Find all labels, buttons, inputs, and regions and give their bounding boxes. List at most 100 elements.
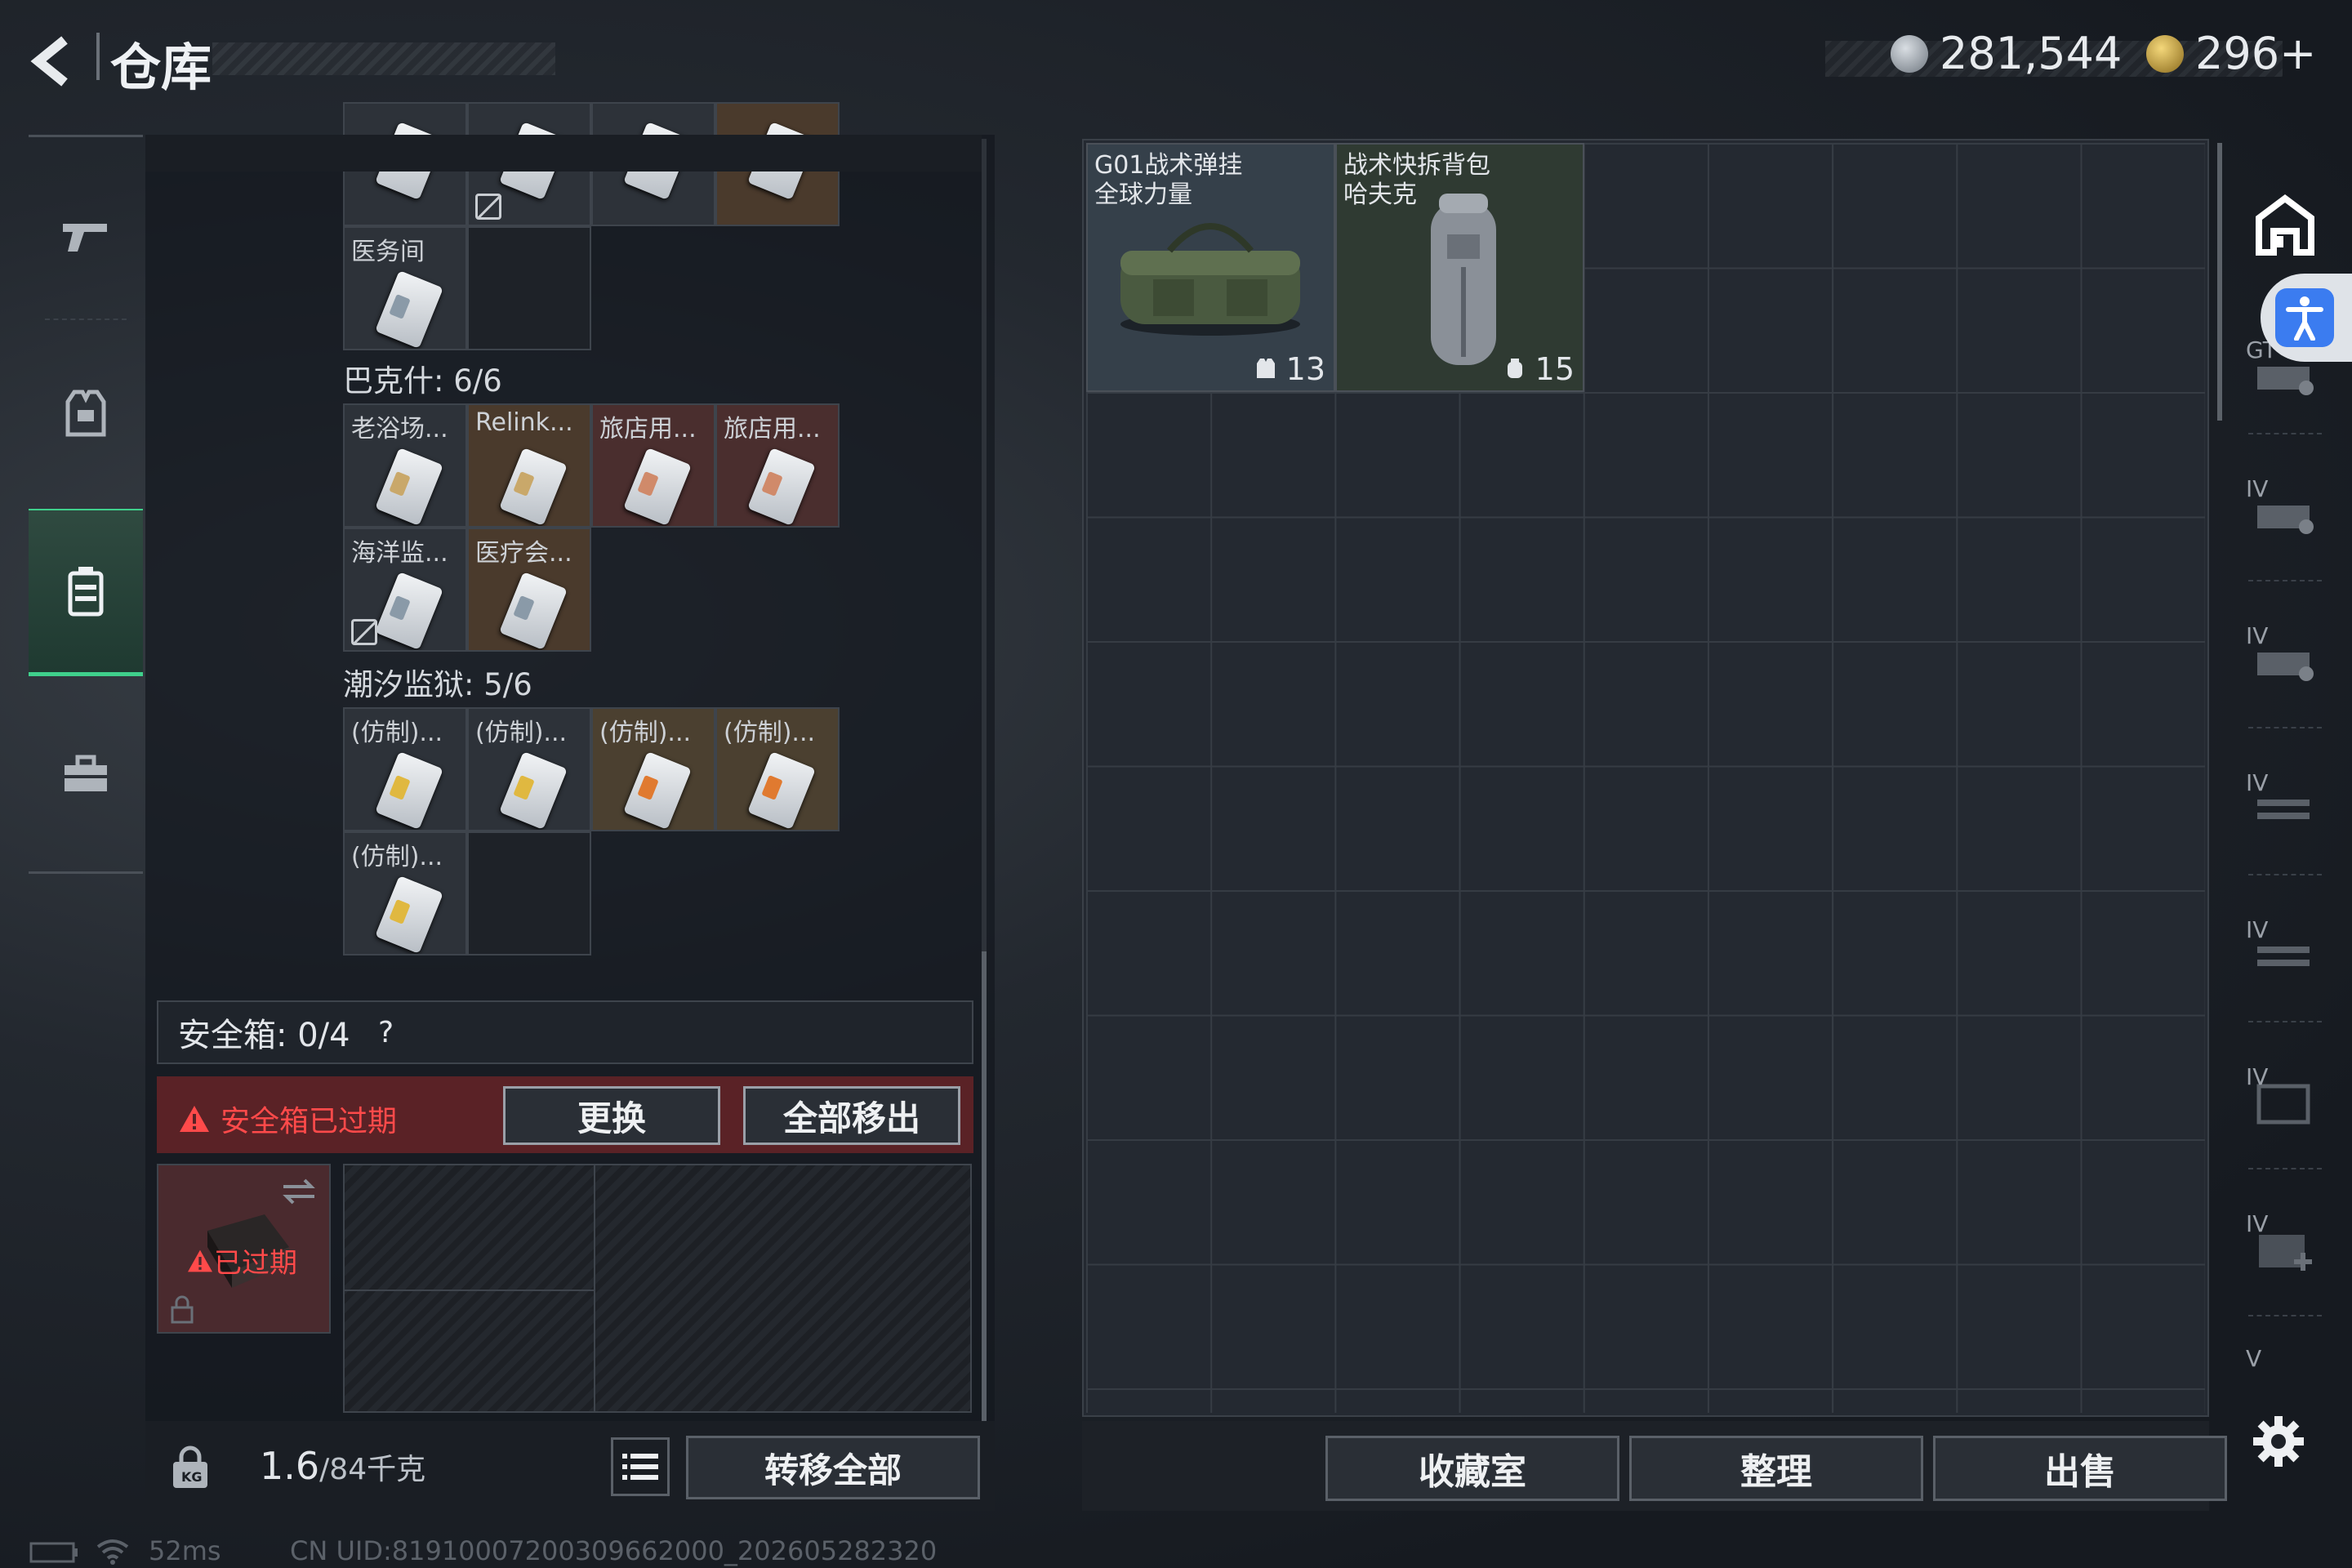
key-slot[interactable]: Relink... [467,403,591,528]
key-slot[interactable]: 老浴场... [343,403,467,528]
weight-max: /84千克 [319,1453,426,1486]
lock-icon [171,1295,194,1324]
key-slot[interactable]: (仿制)... [467,707,591,831]
list-view-button[interactable] [611,1437,670,1496]
storage-expansion-8[interactable]: V [2236,1335,2334,1376]
key-name: 海洋监... [351,539,448,568]
side-separator [2248,1168,2322,1169]
tier-label: IV [2246,916,2269,943]
grid-divider [345,1290,594,1291]
storage-expansion-3[interactable]: IV [2236,612,2334,710]
expired-text: 已过期 [214,1247,297,1280]
keycard-icon [375,270,443,349]
scroll-mask [145,135,982,172]
keycard-icon [375,751,443,830]
sell-button[interactable]: 出售 [1933,1436,2227,1501]
keycard-icon [623,448,692,526]
key-slot[interactable]: (仿制)... [715,707,840,831]
key-slot[interactable]: (仿制)... [343,831,467,956]
key-slot[interactable]: 医疗会... [467,528,591,652]
key-slot[interactable]: 海洋监... [343,528,467,652]
back-arrow-icon [30,36,68,87]
key-name: 医务间 [351,238,425,266]
key-name: Relink... [475,408,573,437]
help-icon[interactable]: ? [372,1016,401,1049]
briefcase-icon [65,755,107,791]
keycard-icon [499,572,568,650]
battery-icon [29,1542,78,1563]
ping: 52ms [149,1535,221,1566]
container-scroll-thumb[interactable] [982,951,987,1421]
nav-separator [45,318,127,320]
duffel-bag-icon [1120,223,1300,336]
uid: CN UID:8191000720030966​2000_20260528232… [290,1535,938,1566]
storage-item-backpack[interactable]: 战术快拆背包 哈夫克 15 [1335,143,1584,392]
silver-currency[interactable]: 281,544 [1891,28,2122,79]
toolbox-tab[interactable] [29,693,143,856]
storage-actions-bar: 收藏室 整理 出售 [1082,1421,2227,1511]
item-count-value: 13 [1285,351,1325,387]
key-slot[interactable]: 旅店用... [591,403,715,528]
equipment-tab[interactable] [29,332,143,495]
backpack-small-icon [1507,359,1522,378]
gold-coin-icon [2146,34,2184,73]
settings-button[interactable] [2246,1409,2311,1474]
keycard-icon [499,448,568,526]
storage-item-chest-rig[interactable]: G01战术弹挂 全球力量 13 [1086,143,1335,392]
group-label-tidal-prison: 潮汐监狱: 5/6 [343,667,532,702]
svg-text:KG: KG [181,1469,203,1485]
list-icon [622,1454,658,1480]
accessibility-icon-wrap [2275,288,2334,347]
key-slot[interactable]: (仿制)... [591,707,715,831]
warehouse-icon [2256,194,2314,256]
storage-expansion-2[interactable]: IV [2236,466,2334,564]
accessibility-icon [2286,296,2323,341]
empty-slot[interactable] [467,226,591,350]
accessibility-button[interactable] [2261,274,2352,362]
transfer-all-button[interactable]: 转移全部 [686,1436,980,1499]
storage-scrollbar[interactable] [2217,143,2222,421]
gun-icon [63,224,107,252]
warning-text: 安全箱已过期 [220,1105,398,1138]
side-separator [2248,1021,2322,1022]
side-separator [2248,874,2322,875]
safe-box-item[interactable]: 已过期 [157,1164,331,1334]
side-separator [2248,727,2322,728]
key-name: (仿制)... [351,843,443,871]
weapon-tab[interactable] [29,154,143,317]
keycard-case-icon [68,567,104,617]
replace-button[interactable]: 更换 [503,1086,720,1145]
keycard-icon [747,751,816,830]
keycard-icon [375,448,443,526]
back-button[interactable] [24,33,82,90]
key-name: 老浴场... [351,415,448,443]
safe-box-warning-bar: 安全箱已过期 更换 全部移出 [157,1076,973,1153]
weight-lock-icon: KG [173,1446,207,1488]
item-count: 15 [1504,351,1575,387]
warning-icon [180,1106,209,1132]
warehouse-button[interactable] [2236,176,2334,274]
vest-small-icon [1256,359,1275,378]
tier-label: IV [2246,622,2269,649]
side-separator [2248,433,2322,434]
weight-display: 1.6/84千克 [260,1444,425,1488]
status-bar: 52ms CN UID:8191000720030966​2000_202605… [0,1535,2352,1568]
storage-expansion-4[interactable]: IV [2236,760,2334,858]
key-slot[interactable]: (仿制)... [343,707,467,831]
silver-amount: 281,544 [1940,28,2123,79]
warning-icon [188,1250,212,1272]
move-all-out-button[interactable]: 全部移出 [743,1086,960,1145]
collection-room-button[interactable]: 收藏室 [1325,1436,1619,1501]
empty-slot[interactable] [467,831,591,956]
organize-button[interactable]: 整理 [1629,1436,1923,1501]
safe-box-label: 安全箱: 0/4 [178,1017,350,1054]
storage-expansion-6[interactable]: IV [2236,1054,2334,1152]
container-tab[interactable] [29,509,143,676]
safe-box-warning: 安全箱已过期 [178,1098,397,1140]
storage-expansion-5[interactable]: IV [2236,906,2334,1004]
gold-currency[interactable]: 296+ [2146,28,2316,79]
storage-expansion-7[interactable]: IV [2236,1200,2334,1298]
key-slot[interactable]: 医务间 [343,226,467,350]
key-slot[interactable]: 旅店用... [715,403,840,528]
key-name: (仿制)... [351,719,443,747]
